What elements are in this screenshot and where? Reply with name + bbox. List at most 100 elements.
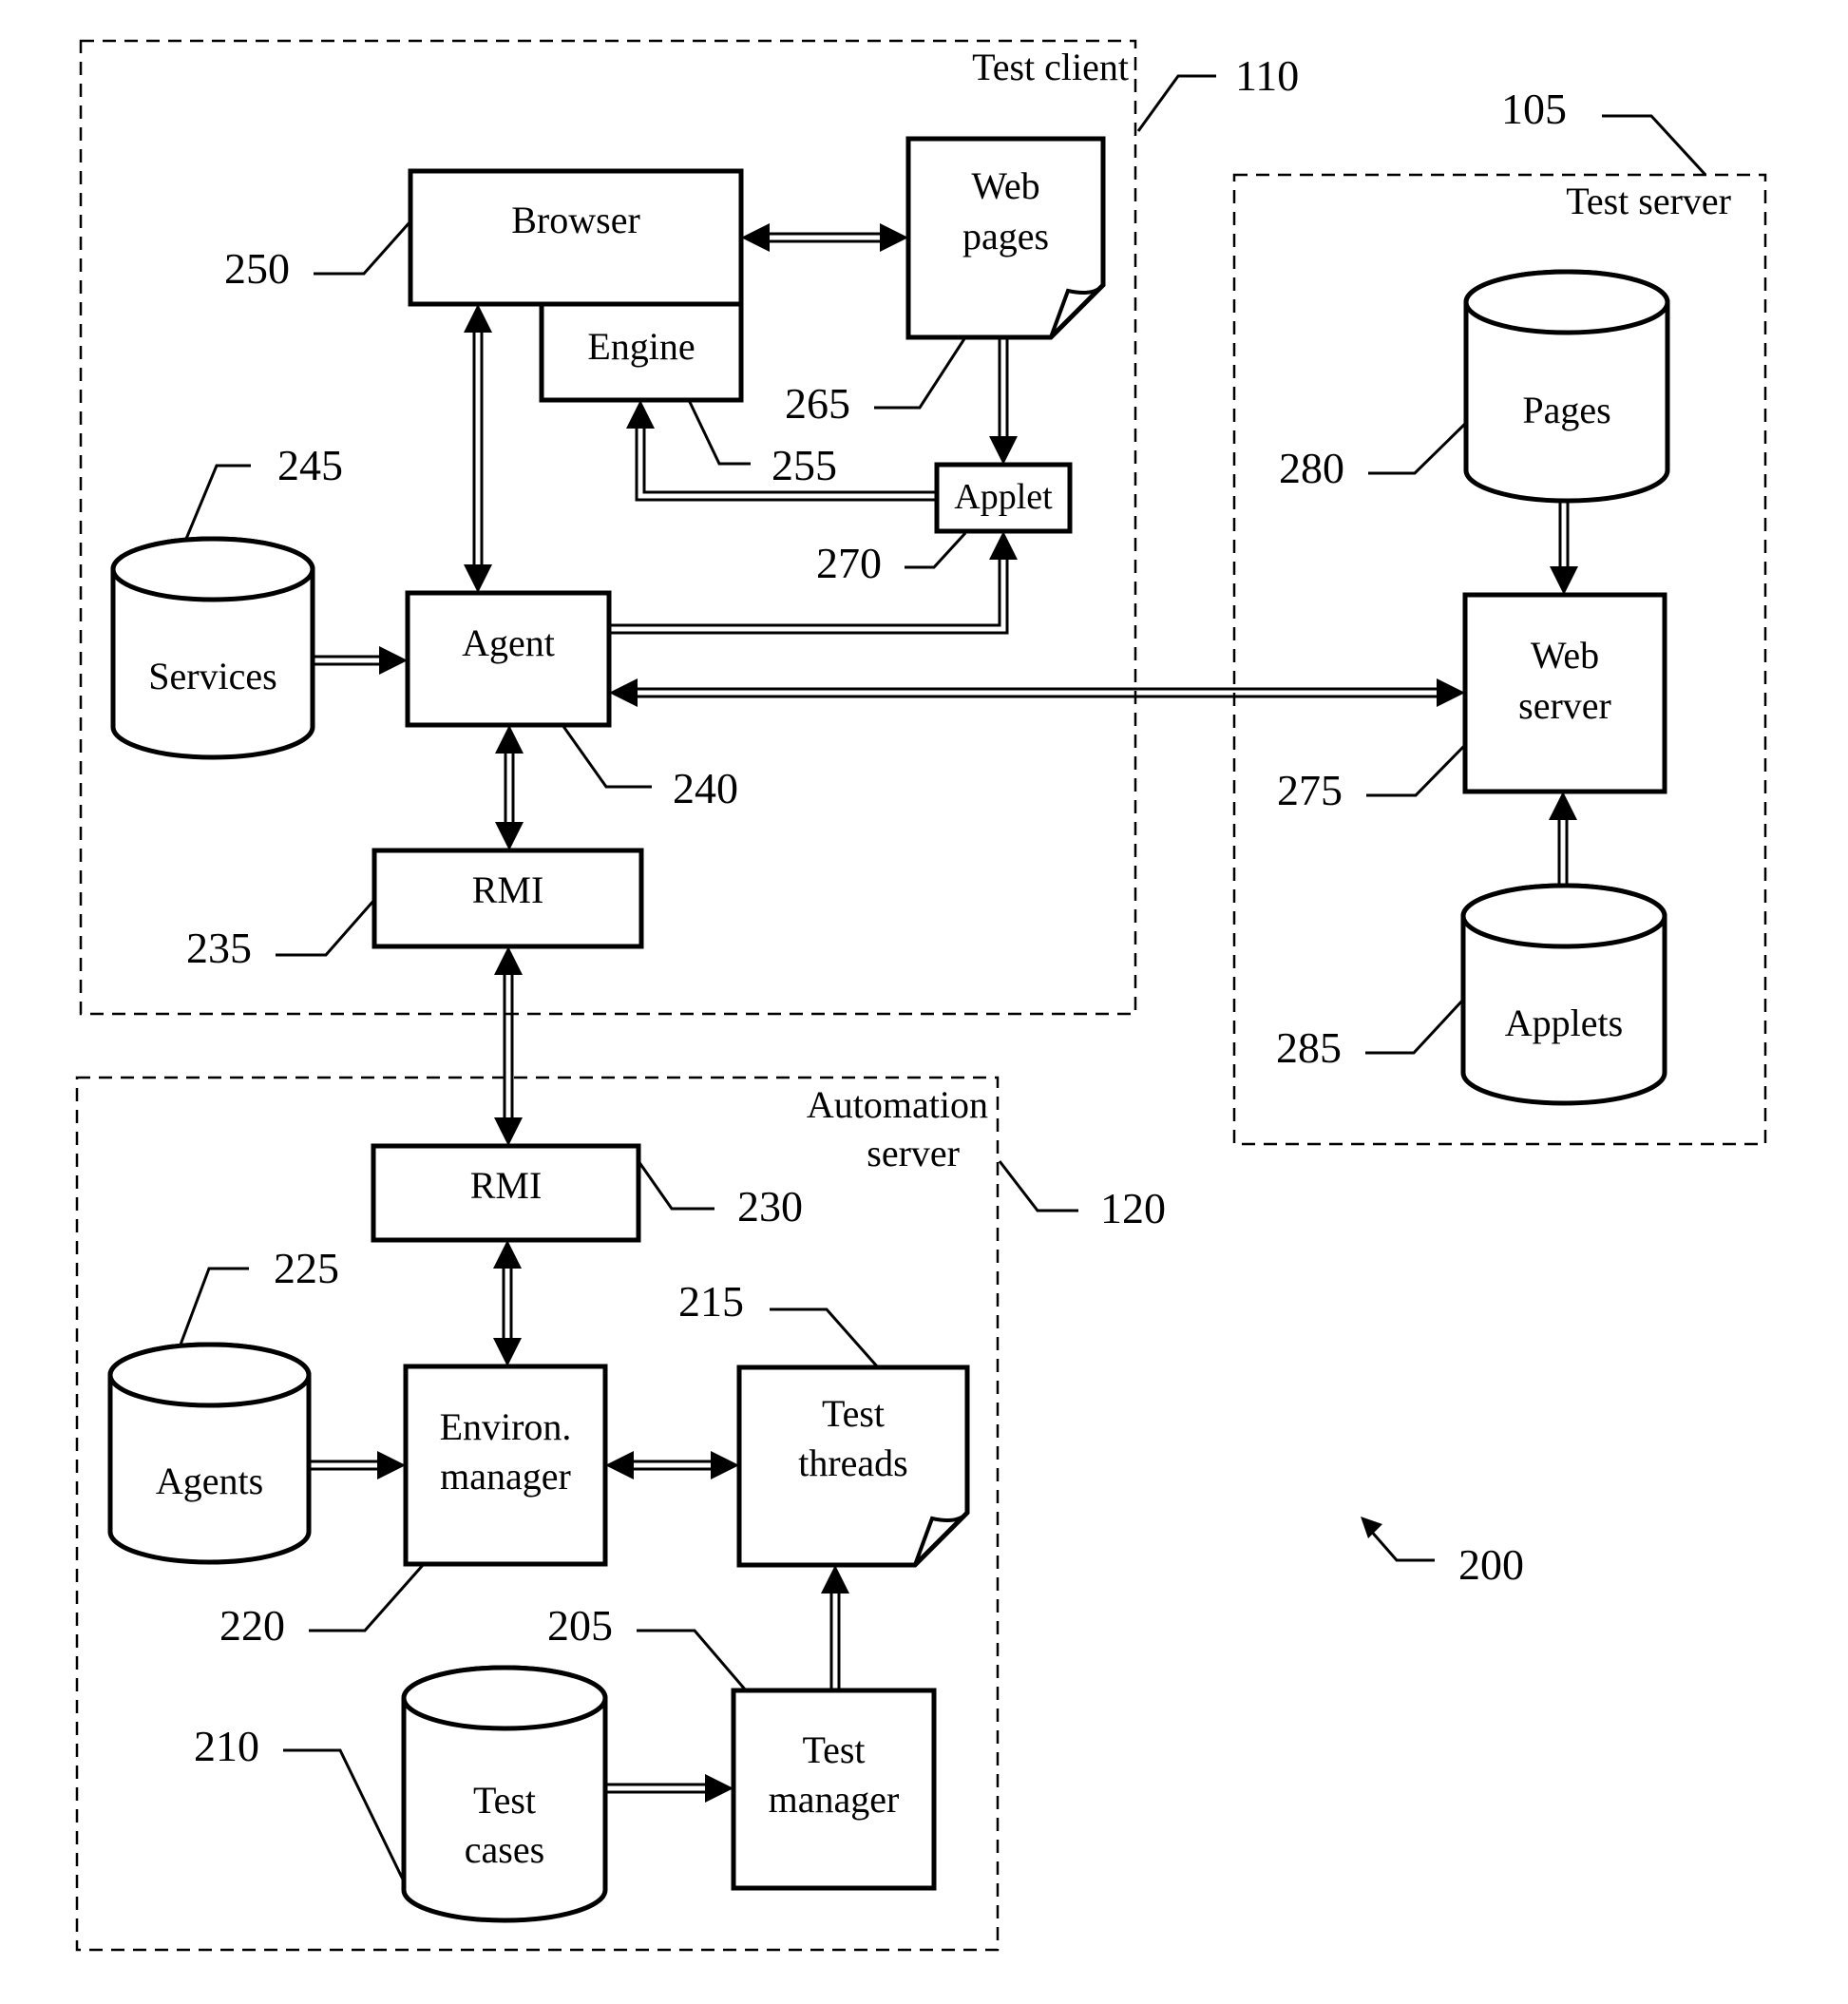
database-top [1463,269,1670,335]
component-label: pages [962,215,1049,258]
arrow-head-icon [626,400,655,429]
component-label: Applets [1505,1002,1623,1044]
component-rmi-client[interactable]: RMI [372,848,644,949]
component-label: Applet [954,477,1053,517]
component-test-threads[interactable]: Test threads [736,1365,970,1568]
callout-210: 210 [194,1722,406,1882]
callout-285: 285 [1276,998,1465,1072]
group-label: Automation [807,1083,988,1126]
component-services[interactable]: Services [110,536,315,760]
component-label: Agents [156,1460,263,1502]
arrow-head-icon [377,1451,406,1479]
reference-numeral: 265 [785,379,850,428]
component-browser[interactable]: Browser [408,168,744,307]
figure-number: 200 [1458,1540,1524,1589]
connector-rmi-client-to-rmi-server [494,946,523,1146]
reference-numeral: 210 [194,1722,259,1770]
connector-browser-to-web-pages [741,223,908,252]
callout-215: 215 [678,1277,880,1368]
arrow-head-icon [989,436,1018,465]
leader-line [314,220,412,276]
reference-numeral: 240 [673,764,738,812]
reference-numeral: 105 [1501,85,1567,133]
component-web-server[interactable]: Web server [1462,592,1667,794]
reference-numeral: 225 [274,1244,339,1292]
database-top [401,1665,608,1731]
component-test-manager[interactable]: Test manager [731,1688,937,1891]
component-web-pages[interactable]: Web pages [905,136,1106,340]
component-agents[interactable]: Agents [107,1342,312,1565]
component-applet[interactable]: Applet [934,462,1073,534]
reference-numeral: 215 [678,1277,744,1326]
component-label: Pages [1522,389,1610,431]
component-label: Web [971,164,1039,207]
reference-numeral: 285 [1276,1023,1342,1072]
callout-275: 275 [1277,743,1467,814]
reference-numeral: 120 [1100,1184,1166,1232]
callout-280: 280 [1279,421,1468,492]
reference-numeral: 280 [1279,444,1344,492]
component-label: manager [769,1778,900,1821]
arrow-head-icon [493,1240,522,1269]
component-label: Browser [511,199,640,241]
leader-line [283,1748,406,1882]
reference-numeral: 220 [219,1601,285,1650]
leader-line [1368,1529,1435,1562]
reference-numeral: 255 [772,441,837,489]
arrow-head-icon [605,1451,634,1479]
connector-environ-manager-to-test-threads [605,1451,739,1479]
callout-235: 235 [186,899,376,972]
connector-agent-to-applet [609,531,1018,635]
group-label: Test server [1566,180,1731,222]
connector-test-manager-to-test-threads [821,1565,849,1690]
connector-agent-to-rmi-client [495,725,524,850]
connector-applets-to-web-server [1549,792,1577,886]
component-agent[interactable]: Agent [405,590,612,728]
component-label: manager [440,1455,571,1498]
arrow-head-icon [741,223,770,252]
callout-245: 245 [184,441,343,540]
reference-numeral: 270 [816,539,882,587]
leader-line [687,399,751,466]
component-label: Web [1531,634,1599,677]
arrow-head-icon [1550,566,1578,595]
component-pages[interactable]: Pages [1463,269,1670,504]
component-applets[interactable]: Applets [1460,883,1667,1106]
component-label: server [1518,684,1611,727]
leader-line [1136,74,1216,132]
arrow-head-icon [495,725,524,754]
component-label: Services [148,655,277,697]
callout-220: 220 [219,1563,426,1650]
connector-agents-to-environ-manager [309,1451,406,1479]
reference-numeral: 230 [737,1182,803,1231]
component-engine[interactable]: Engine [539,301,744,403]
leader-line [637,1160,714,1211]
component-label: Agent [462,621,555,664]
arrow-head-icon [495,822,524,850]
arrow-head-icon [1549,792,1577,820]
component-label: RMI [472,868,544,911]
reference-numeral: 275 [1277,766,1343,814]
figure-reference: 200 [1361,1517,1524,1589]
reference-numeral: 250 [224,244,290,293]
arrow-head-icon [1437,678,1465,707]
leader-line [561,724,652,789]
leader-line [998,1160,1078,1212]
connector-web-pages-to-applet [989,337,1018,465]
connector-agent-to-web-server [609,678,1465,707]
reference-numeral-layer: 250 255 265 270 245 240 235 280 275 285 230 225 220 2… [179,220,1524,1882]
component-label: Test [802,1728,865,1771]
system-architecture-diagram: Test client 110 Test server 105 Automation se… [75,39,1767,1952]
callout-265: 265 [785,336,967,428]
component-rmi-server[interactable]: RMI [371,1143,641,1243]
component-environ-manager[interactable]: Environ. manager [403,1364,608,1567]
arrow-head-icon [464,304,492,333]
arrow-head-icon [711,1451,739,1479]
leader-line [874,336,967,410]
arrow-head-icon [1361,1517,1382,1538]
component-test-cases[interactable]: Test cases [401,1665,608,1923]
connector-services-to-agent [313,646,408,675]
connector-rail [609,556,1009,635]
callout-225: 225 [179,1244,339,1346]
component-label: Environ. [440,1405,572,1448]
